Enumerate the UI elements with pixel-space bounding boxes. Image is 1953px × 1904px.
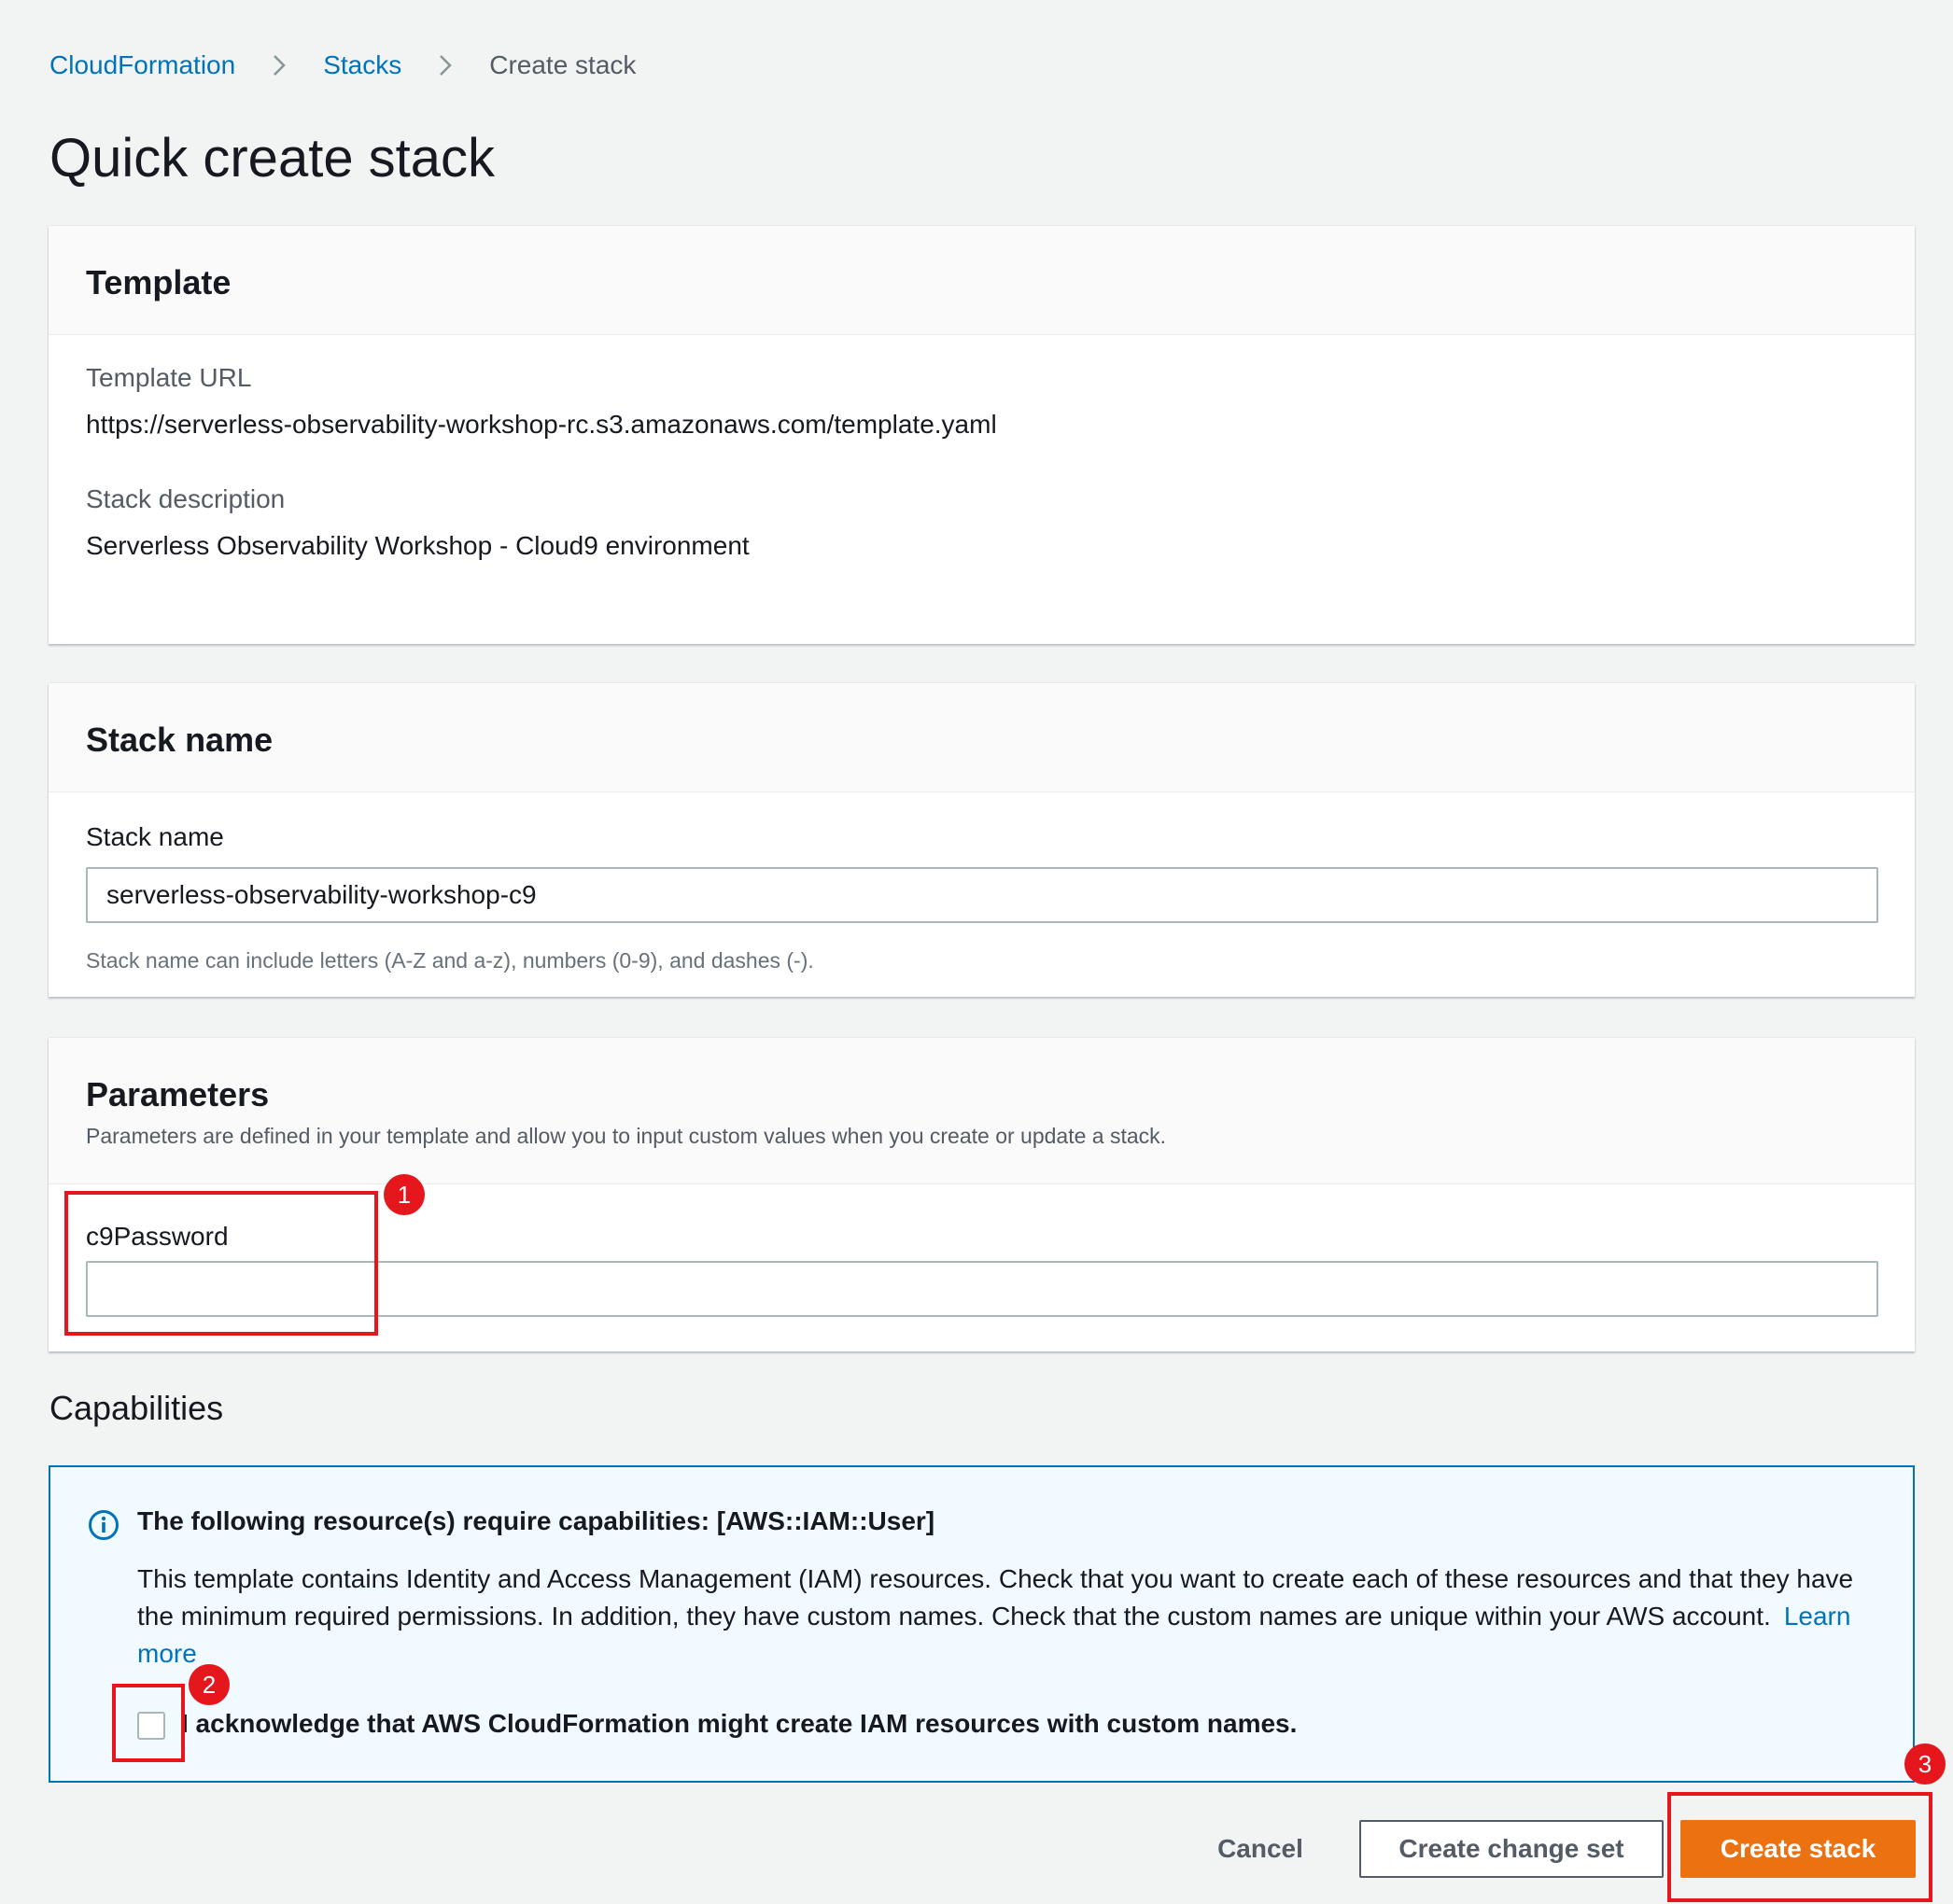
chevron-right-icon — [434, 54, 457, 77]
breadcrumb: CloudFormation Stacks Create stack — [49, 47, 636, 84]
template-panel-header: Template — [49, 226, 1915, 335]
parameters-panel-title: Parameters — [86, 1075, 270, 1113]
capabilities-info-body: This template contains Identity and Acce… — [137, 1564, 1854, 1631]
stack-name-panel-header: Stack name — [49, 683, 1915, 792]
annotation-badge-2: 2 — [189, 1664, 230, 1705]
chevron-right-icon — [268, 54, 290, 77]
parameters-panel-header: Parameters Parameters are defined in you… — [49, 1038, 1915, 1184]
create-change-set-button[interactable]: Create change set — [1359, 1820, 1664, 1878]
annotation-badge-1: 1 — [384, 1174, 425, 1215]
create-stack-button[interactable]: Create stack — [1680, 1820, 1916, 1878]
cancel-button[interactable]: Cancel — [1195, 1822, 1326, 1876]
stack-name-input[interactable] — [86, 867, 1878, 923]
parameters-panel: Parameters Parameters are defined in you… — [49, 1038, 1915, 1351]
c9password-input[interactable] — [86, 1261, 1878, 1317]
c9password-label: c9Password — [86, 1222, 229, 1251]
stack-name-hint: Stack name can include letters (A-Z and … — [86, 948, 814, 973]
info-icon — [88, 1509, 119, 1541]
page-title: Quick create stack — [49, 128, 496, 189]
acknowledge-iam-checkbox[interactable] — [137, 1712, 165, 1740]
capabilities-info-box: The following resource(s) require capabi… — [49, 1465, 1915, 1783]
template-url-label: Template URL — [86, 363, 252, 392]
parameters-panel-description: Parameters are defined in your template … — [86, 1124, 1167, 1148]
capabilities-info-title: The following resource(s) require capabi… — [137, 1506, 935, 1535]
stack-description-value: Serverless Observability Workshop - Clou… — [86, 531, 750, 560]
stack-name-field-label: Stack name — [86, 822, 224, 851]
template-panel-title: Template — [86, 263, 232, 301]
annotation-badge-3: 3 — [1904, 1743, 1946, 1785]
breadcrumb-stacks-link[interactable]: Stacks — [323, 50, 401, 80]
capabilities-info-text: This template contains Identity and Acce… — [137, 1561, 1883, 1673]
stack-name-panel-title: Stack name — [86, 721, 274, 759]
template-url-value: https://serverless-observability-worksho… — [86, 410, 997, 439]
stack-name-panel: Stack name Stack name Stack name can inc… — [49, 683, 1915, 997]
breadcrumb-current: Create stack — [489, 50, 637, 79]
template-panel: Template Template URL https://serverless… — [49, 226, 1915, 644]
stack-description-label: Stack description — [86, 484, 286, 513]
breadcrumb-cloudformation-link[interactable]: CloudFormation — [49, 50, 235, 80]
capabilities-title: Capabilities — [49, 1389, 224, 1427]
acknowledge-iam-label[interactable]: I acknowledge that AWS CloudFormation mi… — [181, 1709, 1297, 1739]
